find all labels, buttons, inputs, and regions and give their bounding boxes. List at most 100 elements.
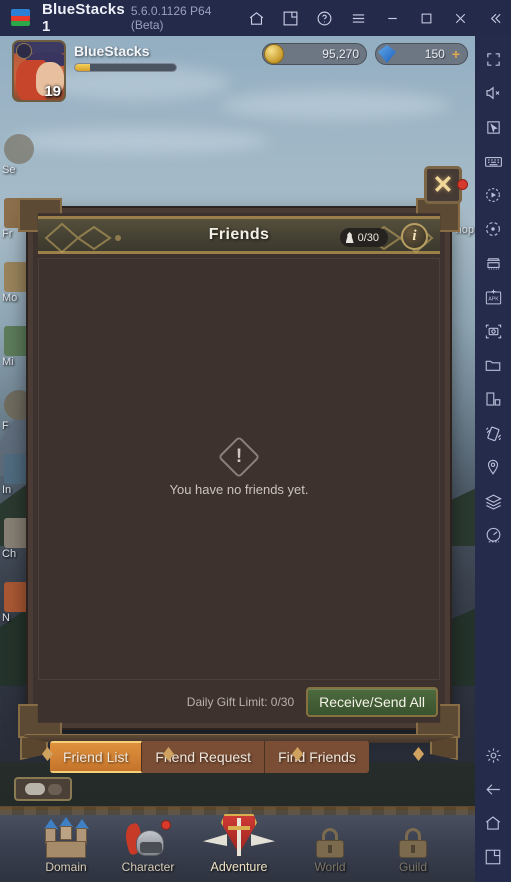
left-menu-label: In <box>2 484 12 496</box>
tab-separator-diamond <box>413 747 424 761</box>
gold-coin-icon <box>264 44 284 64</box>
lock-icon <box>287 816 373 860</box>
avatar[interactable]: 19 <box>12 40 66 102</box>
empty-state-message: You have no friends yet. <box>169 481 309 497</box>
nav-item-world[interactable]: World <box>287 816 373 874</box>
location-pin-icon[interactable] <box>475 450 511 484</box>
gold-amount: 95,270 <box>322 47 359 61</box>
left-menu-label: Mo <box>2 292 18 304</box>
info-icon: i <box>412 228 417 244</box>
gem-currency[interactable]: 150 + <box>375 43 468 65</box>
receive-send-all-button[interactable]: Receive/Send All <box>306 687 438 717</box>
close-icon[interactable] <box>443 0 477 36</box>
person-icon <box>345 232 354 243</box>
maximize-icon[interactable] <box>409 0 443 36</box>
svg-text:APK: APK <box>488 296 499 302</box>
bluestacks-logo <box>10 7 32 29</box>
chat-widget[interactable] <box>14 777 72 801</box>
nav-item-character[interactable]: Character <box>105 816 191 874</box>
macro-record-icon[interactable] <box>475 178 511 212</box>
performance-gauge-icon[interactable] <box>475 518 511 552</box>
daily-gift-limit-label: Daily Gift Limit: 0/30 <box>186 695 295 709</box>
tab-find-friends[interactable]: Find Friends <box>265 741 369 773</box>
bluestacks-sidebar: APK <box>475 36 511 882</box>
gear-menu-icon <box>4 134 34 164</box>
rotate-icon[interactable] <box>475 212 511 246</box>
menu-icon[interactable] <box>341 0 375 36</box>
multi-instance-icon[interactable] <box>273 0 307 36</box>
folder-icon[interactable] <box>475 348 511 382</box>
xp-bar <box>74 63 177 72</box>
chat-bubble-icon <box>47 783 62 795</box>
gear-icon[interactable] <box>475 738 511 772</box>
shield-sword-icon <box>196 810 282 860</box>
gem-plus-button[interactable]: + <box>452 46 467 62</box>
notification-dot <box>457 179 468 190</box>
friend-count-badge: 0/30 <box>339 228 388 247</box>
home-icon[interactable] <box>239 0 273 36</box>
gold-currency[interactable]: 95,270 <box>262 43 367 65</box>
shake-icon[interactable] <box>475 416 511 450</box>
friend-count-value: 0/30 <box>357 231 379 244</box>
multi-instance-sync-icon[interactable] <box>475 246 511 280</box>
apk-install-icon[interactable]: APK <box>475 280 511 314</box>
left-menu-label: Fr <box>2 228 13 240</box>
keyboard-icon[interactable] <box>475 144 511 178</box>
home-icon[interactable] <box>475 806 511 840</box>
split-screen-icon[interactable] <box>475 382 511 416</box>
left-menu-label: Se <box>2 164 16 176</box>
help-icon[interactable] <box>307 0 341 36</box>
gem-icon <box>378 45 396 63</box>
left-menu-label: N <box>2 612 10 624</box>
cloud <box>10 128 270 154</box>
bluestacks-titlebar: BlueStacks 1 5.6.0.1126 P64 (Beta) <box>0 0 511 36</box>
left-menu-label: F <box>2 420 9 432</box>
dialog-header: Friends 0/30 i <box>38 216 440 254</box>
cursor-icon[interactable] <box>475 110 511 144</box>
fullscreen-icon[interactable] <box>475 42 511 76</box>
castle-icon <box>23 816 109 860</box>
left-menu-item[interactable]: Se <box>0 132 38 196</box>
player-level: 19 <box>44 83 61 100</box>
nav-item-guild[interactable]: Guild <box>370 816 456 874</box>
close-dialog-label: ✕ <box>432 170 454 199</box>
app-title: BlueStacks 1 <box>42 1 125 35</box>
bottom-navigation: Domain Character Adventure World Guild <box>0 806 475 882</box>
nav-label-guild: Guild <box>398 860 427 874</box>
titlebar-buttons <box>239 0 511 36</box>
left-menu-label: Mi <box>2 356 14 368</box>
chat-bubble-icon <box>24 783 45 795</box>
dialog-footer: Daily Gift Limit: 0/30 Receive/Send All <box>40 684 438 720</box>
helmet-icon <box>105 816 191 860</box>
friend-list-empty-state: ! You have no friends yet. <box>38 258 440 680</box>
player-name: BlueStacks <box>74 43 150 59</box>
back-arrow-icon[interactable] <box>475 772 511 806</box>
dialog-title: Friends <box>208 226 270 243</box>
left-menu-label: Ch <box>2 548 17 560</box>
friends-dialog: Friends 0/30 i ! You have no friends yet… <box>18 198 460 738</box>
nav-label-adventure: Adventure <box>210 860 268 874</box>
nav-item-domain[interactable]: Domain <box>23 816 109 874</box>
exclamation-icon: ! <box>217 435 261 478</box>
info-button[interactable]: i <box>401 223 428 250</box>
nav-label-character: Character <box>121 860 175 874</box>
recents-icon[interactable] <box>475 840 511 874</box>
friends-tab-bar: Friend List Friend Request Find Friends <box>20 734 458 776</box>
mute-icon[interactable] <box>475 76 511 110</box>
notification-dot <box>161 820 171 830</box>
collapse-icon[interactable] <box>477 0 511 36</box>
gem-amount: 150 <box>424 47 445 61</box>
nav-item-adventure[interactable]: Adventure <box>196 810 282 874</box>
tab-friend-list[interactable]: Friend List <box>50 741 143 773</box>
tabs-container: Friend List Friend Request Find Friends <box>50 741 369 773</box>
screenshot-icon[interactable] <box>475 314 511 348</box>
nav-label-domain: Domain <box>45 860 87 874</box>
tab-friend-request[interactable]: Friend Request <box>142 741 266 773</box>
cloud <box>220 90 450 120</box>
nav-label-world: World <box>314 860 346 874</box>
minimize-icon[interactable] <box>375 0 409 36</box>
header-ornament-left <box>44 222 121 254</box>
game-viewport[interactable]: 19 BlueStacks 95,270 150 + Se Fr Mo Mi F… <box>0 36 475 882</box>
close-dialog-button[interactable]: ✕ <box>424 166 468 204</box>
layers-icon[interactable] <box>475 484 511 518</box>
